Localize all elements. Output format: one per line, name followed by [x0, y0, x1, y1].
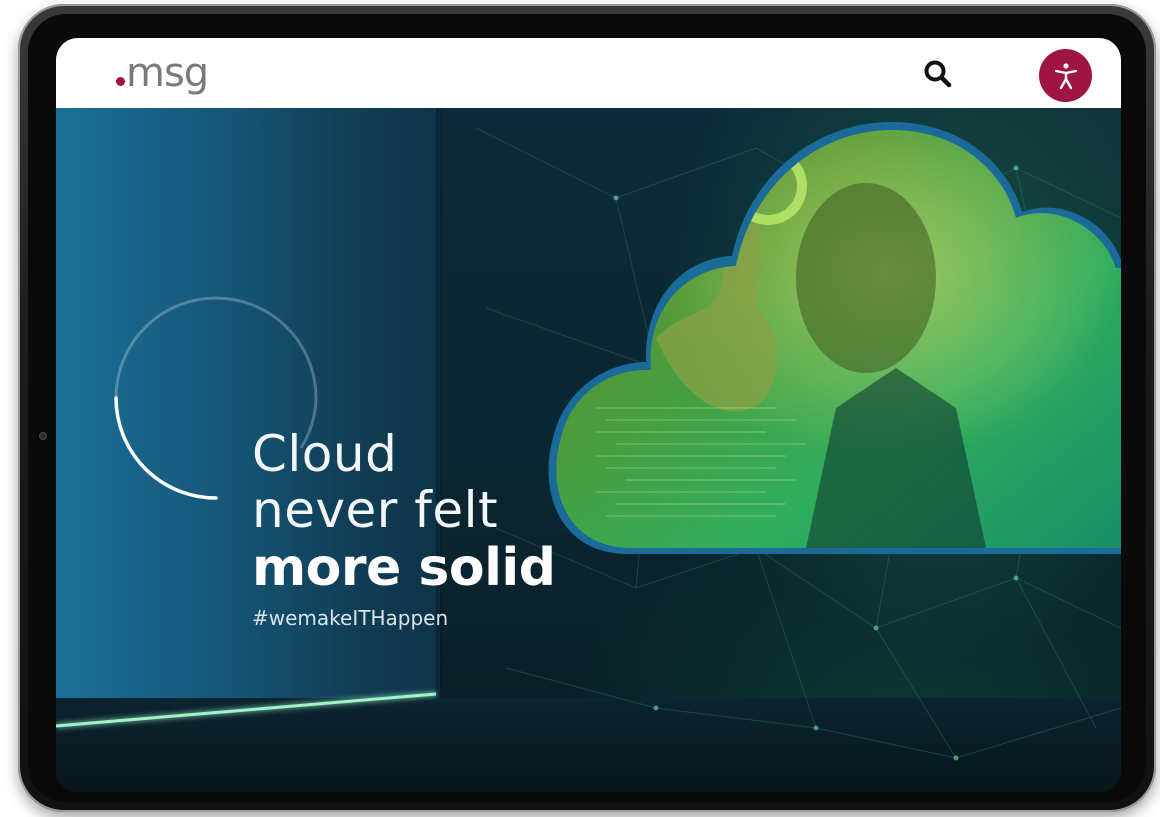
search-icon	[924, 60, 952, 88]
accessibility-icon	[1054, 62, 1077, 89]
msg-logo[interactable]: msg	[116, 48, 209, 98]
logo-dot	[116, 77, 125, 86]
headline-line-never-felt: never felt	[252, 481, 499, 539]
logo-text: msg	[126, 50, 209, 96]
site-header: msg	[56, 38, 1121, 108]
website-screen: msg Cloud never felt more solid #wemakeI…	[56, 38, 1121, 792]
accessibility-button[interactable]	[1039, 49, 1092, 102]
search-button[interactable]	[922, 58, 954, 90]
hashtag-label: #wemakeITHappen	[252, 606, 449, 630]
hero-headline: Cloud never felt more solid #wemakeITHap…	[252, 425, 556, 630]
headline-line-cloud: Cloud	[252, 425, 398, 483]
headline-line-more-solid: more solid	[252, 538, 556, 598]
hero-banner: Cloud never felt more solid #wemakeITHap…	[56, 108, 1121, 792]
front-camera	[40, 433, 46, 439]
cloud-hero-image	[548, 121, 1121, 554]
